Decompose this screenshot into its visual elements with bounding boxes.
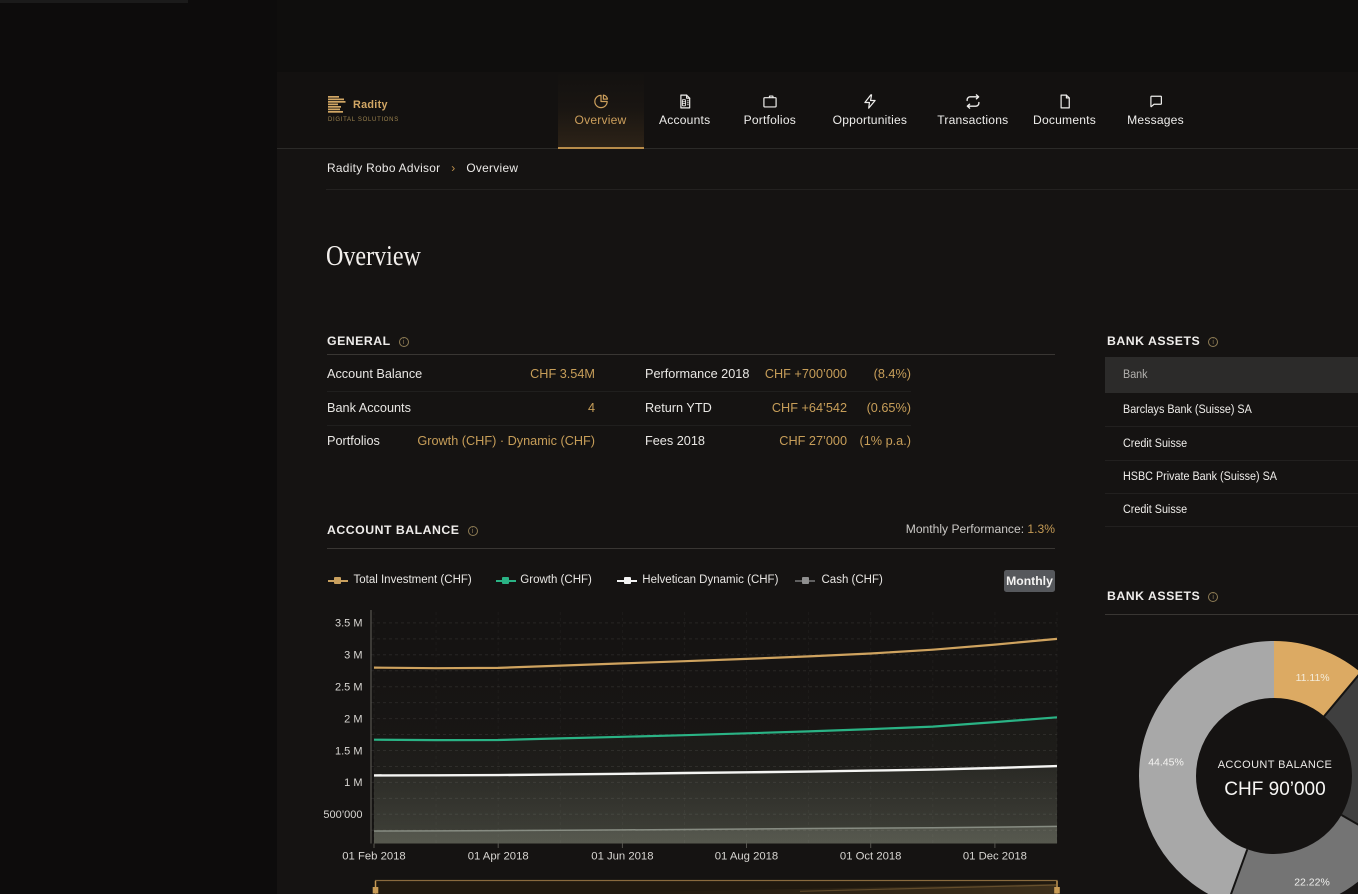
svg-text:2 M: 2 M [344,713,362,725]
svg-text:1.5 M: 1.5 M [335,745,363,757]
svg-text:3.5 M: 3.5 M [335,618,363,630]
svg-text:11.11%: 11.11% [1296,672,1330,684]
svg-text:01 Oct 2018: 01 Oct 2018 [840,851,902,863]
svg-text:22.22%: 22.22% [1294,877,1330,889]
svg-text:44.45%: 44.45% [1148,757,1184,769]
svg-text:01 Jun 2018: 01 Jun 2018 [591,851,653,863]
svg-text:3 M: 3 M [344,650,362,662]
svg-text:2.5 M: 2.5 M [335,682,363,694]
svg-text:01 Aug 2018: 01 Aug 2018 [715,851,778,863]
svg-text:1 M: 1 M [344,777,362,789]
svg-text:01 Apr 2018: 01 Apr 2018 [468,851,529,863]
svg-text:500’000: 500’000 [323,809,362,821]
svg-text:01 Feb 2018: 01 Feb 2018 [342,851,405,863]
svg-text:01 Dec 2018: 01 Dec 2018 [963,851,1027,863]
